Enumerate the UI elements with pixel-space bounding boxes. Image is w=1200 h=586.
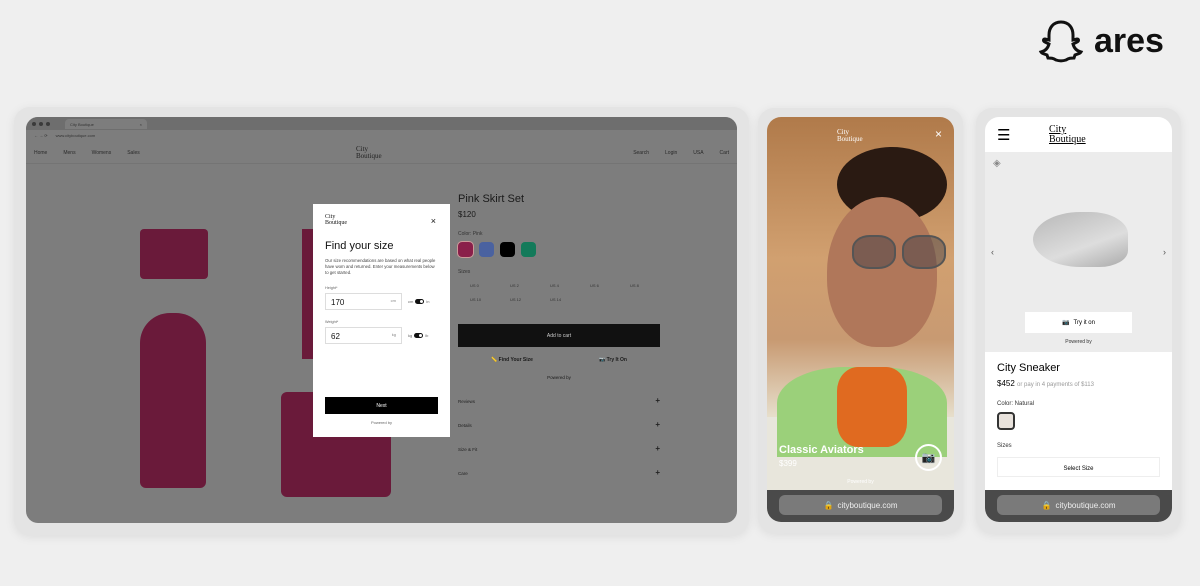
- nav-home[interactable]: Home: [34, 150, 47, 156]
- 3d-view-icon[interactable]: ◈: [993, 158, 1001, 169]
- color-swatch-natural[interactable]: [997, 412, 1015, 430]
- nav-mens[interactable]: Mens: [63, 150, 75, 156]
- accordion-item[interactable]: Details +: [458, 420, 660, 429]
- shop-phone: ☰ City Boutique ◈ ‹ › 📷 Try it on Powered …: [985, 117, 1172, 522]
- plus-icon: +: [655, 468, 660, 477]
- select-size-dropdown[interactable]: Select Size: [997, 457, 1160, 477]
- powered-by: Powered by: [370, 420, 393, 425]
- product-image-skirt: [140, 313, 206, 488]
- color-swatch[interactable]: [479, 242, 494, 257]
- plus-icon: +: [655, 444, 660, 453]
- close-icon[interactable]: ×: [935, 127, 942, 141]
- accordion-item[interactable]: Care +: [458, 468, 660, 477]
- ar-product-price: $399: [779, 459, 797, 468]
- ar-tryon-phone: City Boutique × Classic Aviators $399 📷 P…: [767, 117, 954, 522]
- size-option[interactable]: US 8: [630, 283, 670, 288]
- color-swatch[interactable]: [500, 242, 515, 257]
- plus-icon: +: [655, 420, 660, 429]
- sizes-label: Sizes: [458, 269, 471, 275]
- sneaker-image: [1033, 212, 1128, 267]
- add-to-cart-button[interactable]: Add to cart: [458, 324, 660, 347]
- user-camera-view: [827, 197, 937, 347]
- product-title: City Sneaker: [997, 362, 1060, 374]
- nav-sales[interactable]: Sales: [127, 150, 140, 156]
- site-logo[interactable]: City Boutique: [356, 146, 382, 160]
- size-option[interactable]: US 4: [550, 283, 590, 288]
- tab-title: City Boutique: [70, 121, 94, 127]
- lock-icon: 🔒: [1041, 500, 1052, 510]
- camera-icon: 📷: [1062, 320, 1070, 326]
- height-unit-toggle[interactable]: cm in: [408, 299, 429, 304]
- modal-description: Our size recommendations are based on wh…: [325, 258, 436, 275]
- browser-tab[interactable]: City Boutique ×: [65, 118, 147, 129]
- installments: or pay in 4 payments of $113: [1017, 382, 1094, 388]
- size-option[interactable]: US 10: [470, 297, 510, 302]
- weight-input[interactable]: 62 kg: [325, 327, 402, 344]
- brand-name: ares: [1094, 21, 1164, 60]
- nav-region[interactable]: USA: [693, 150, 703, 156]
- modal-title: Find your size: [325, 240, 394, 252]
- nav-search[interactable]: Search: [633, 150, 649, 156]
- url-bar[interactable]: 🔒 cityboutique.com: [779, 495, 942, 515]
- weight-unit-toggle[interactable]: kg lb: [408, 333, 428, 338]
- ar-logo: City Boutique: [837, 128, 863, 143]
- size-option[interactable]: US 12: [510, 297, 550, 302]
- accordion-item[interactable]: Size & Fit +: [458, 444, 660, 453]
- try-it-on-button[interactable]: 📷 Try It On: [599, 357, 627, 363]
- modal-logo: City Boutique: [325, 214, 347, 226]
- accordion-item[interactable]: Reviews +: [458, 396, 660, 405]
- ar-product-name: Classic Aviators: [779, 444, 864, 456]
- url-bar[interactable]: 🔒 cityboutique.com: [997, 495, 1160, 515]
- weight-label: Weight*: [325, 320, 339, 324]
- try-it-on-button[interactable]: 📷 Try it on: [1025, 312, 1132, 333]
- snapchat-ghost-icon: [1038, 20, 1084, 63]
- color-swatch[interactable]: [457, 241, 474, 258]
- nav-login[interactable]: Login: [665, 150, 677, 156]
- size-option[interactable]: US 0: [470, 283, 510, 288]
- close-icon[interactable]: ×: [431, 216, 436, 226]
- close-tab-icon[interactable]: ×: [140, 122, 142, 127]
- powered-by: Powered by: [547, 375, 571, 380]
- product-details: Pink Skirt Set $120 Color: Pink Sizes US…: [457, 193, 660, 477]
- plus-icon: +: [655, 396, 660, 405]
- product-price: $120: [458, 210, 476, 219]
- product-image-top: [140, 229, 208, 279]
- lock-icon: 🔒: [823, 500, 834, 510]
- color-swatch[interactable]: [521, 242, 536, 257]
- sizes-label: Sizes: [997, 443, 1012, 449]
- next-button[interactable]: Next: [325, 397, 438, 414]
- find-your-size-button[interactable]: 📏 Find Your Size: [491, 357, 533, 363]
- product-gallery: ◈ ‹ › 📷 Try it on Powered by: [985, 152, 1172, 352]
- powered-by: Powered by: [1065, 339, 1092, 345]
- chevron-left-icon[interactable]: ‹: [991, 247, 994, 257]
- shop-logo[interactable]: City Boutique: [1049, 125, 1086, 145]
- ares-brand: ares: [1038, 18, 1164, 64]
- nav-cart[interactable]: Cart: [720, 150, 729, 156]
- size-option[interactable]: US 14: [550, 297, 590, 302]
- height-label: Height*: [325, 286, 338, 290]
- size-option[interactable]: US 6: [590, 283, 630, 288]
- camera-capture-icon[interactable]: 📷: [915, 444, 942, 471]
- menu-icon[interactable]: ☰: [997, 126, 1010, 144]
- nav-arrows-icon[interactable]: ← → ⟳: [34, 133, 48, 139]
- nav-womens[interactable]: Womens: [92, 150, 112, 156]
- find-your-size-modal: City Boutique × Find your size Our size r…: [313, 204, 450, 437]
- color-label: Color: Natural: [997, 401, 1035, 407]
- product-price: $452: [997, 379, 1015, 388]
- height-input[interactable]: 170 cm: [325, 293, 402, 310]
- address-bar[interactable]: www.cityboutique.com: [56, 133, 96, 139]
- chevron-right-icon[interactable]: ›: [1163, 247, 1166, 257]
- color-label: Color: Pink: [458, 231, 483, 237]
- product-title: Pink Skirt Set: [458, 193, 525, 205]
- size-option[interactable]: US 2: [510, 283, 550, 288]
- powered-by: Powered by: [847, 479, 874, 485]
